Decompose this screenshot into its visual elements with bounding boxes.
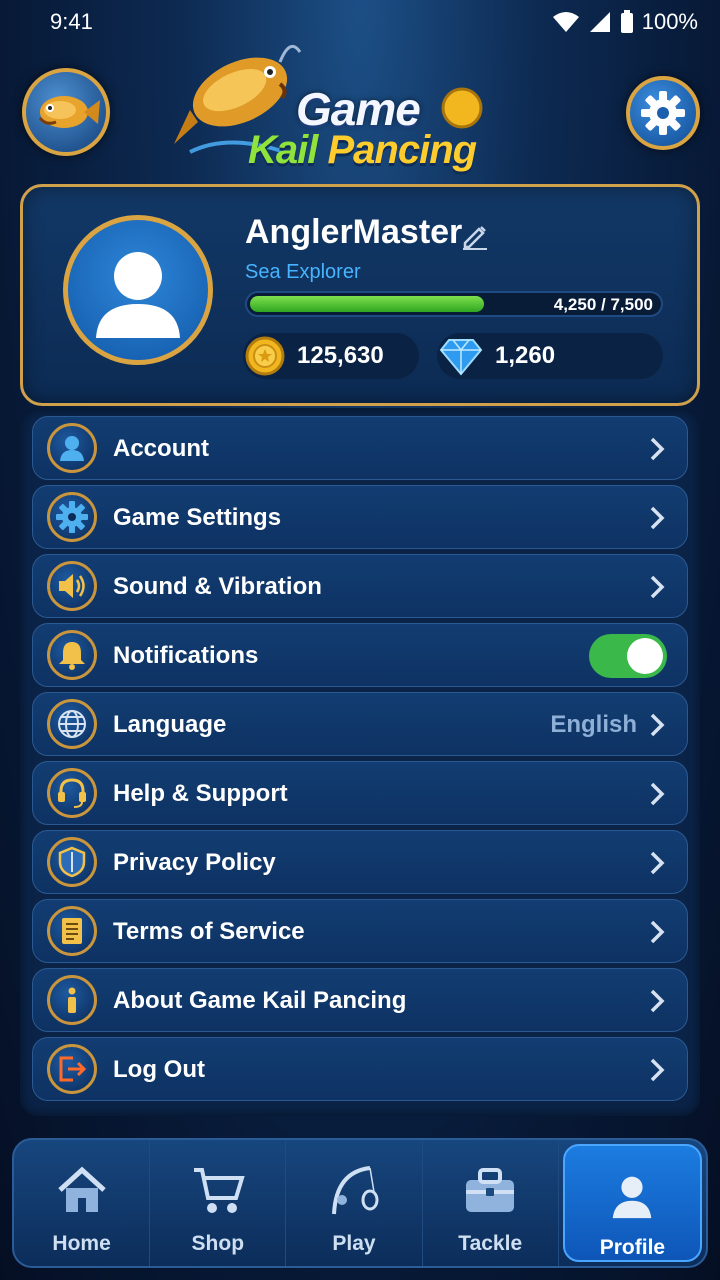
gem-balance[interactable]: 1,260 <box>437 333 663 379</box>
menu-item-account[interactable]: Account <box>32 416 688 480</box>
logo-word-pancing: Pancing <box>327 128 477 172</box>
menu-item-game-settings[interactable]: Game Settings <box>32 485 688 549</box>
user-icon <box>47 423 97 473</box>
document-icon <box>47 906 97 956</box>
chevron-right-icon <box>650 989 665 1013</box>
settings-menu: Account Game Settings Sound & Vibration … <box>20 408 700 1116</box>
status-icons: 100% <box>552 9 698 35</box>
nav-label: Play <box>332 1232 376 1255</box>
level-badge: 28 <box>109 337 253 537</box>
xp-progress-fill <box>250 296 484 312</box>
menu-item-about[interactable]: About Game Kail Pancing <box>32 968 688 1032</box>
fishing-rod-icon <box>332 1166 379 1215</box>
menu-label: Language <box>113 711 227 738</box>
gear-icon <box>47 492 97 542</box>
chevron-right-icon <box>650 851 665 875</box>
logo-word-kail: Kail <box>248 128 318 172</box>
logout-icon <box>47 1044 97 1094</box>
menu-label: Account <box>113 435 209 462</box>
toggle-knob <box>627 638 663 674</box>
gear-icon <box>641 91 685 135</box>
gold-coin-icon <box>245 336 285 376</box>
bell-icon <box>47 630 97 680</box>
game-logo: Game Kail Pancing <box>170 32 530 182</box>
home-icon <box>57 1166 106 1212</box>
info-icon <box>47 975 97 1025</box>
menu-item-terms-of-service[interactable]: Terms of Service <box>32 899 688 963</box>
xp-progress-bar: 4,250 / 7,500 <box>245 291 663 317</box>
menu-label: Terms of Service <box>113 918 305 945</box>
player-avatar-button[interactable] <box>22 68 110 156</box>
status-time: 9:41 <box>50 9 93 34</box>
gold-coin-logo-icon <box>441 87 483 129</box>
nav-profile[interactable]: Profile <box>562 1144 703 1262</box>
menu-item-language[interactable]: Language English <box>32 692 688 756</box>
menu-label: Log Out <box>113 1056 205 1083</box>
nav-shop[interactable]: Shop <box>150 1140 287 1266</box>
speaker-icon <box>47 561 97 611</box>
profile-icon <box>613 1176 652 1219</box>
chevron-right-icon <box>650 782 665 806</box>
shield-icon <box>47 837 97 887</box>
chevron-right-icon <box>650 437 665 461</box>
fish-avatar-icon <box>38 96 100 128</box>
chevron-right-icon <box>650 1058 665 1082</box>
player-rank: Sea Explorer <box>245 261 361 283</box>
logo-title-sub: Kail Pancing <box>248 128 477 173</box>
menu-label: Notifications <box>113 642 259 669</box>
menu-item-help-support[interactable]: Help & Support <box>32 761 688 825</box>
menu-label: Privacy Policy <box>113 849 276 876</box>
menu-label: About Game Kail Pancing <box>113 987 407 1014</box>
chevron-right-icon <box>650 575 665 599</box>
menu-label: Game Settings <box>113 504 282 531</box>
edit-pencil-icon[interactable] <box>459 221 489 251</box>
battery-percent: 100% <box>641 9 698 34</box>
profile-card: 28 AnglerMaster Sea Explorer 4,250 / 7,5… <box>20 184 700 537</box>
language-value: English <box>550 711 637 738</box>
coin-balance[interactable]: 125,630 <box>243 333 419 379</box>
signal-icon <box>589 12 610 32</box>
diamond-icon <box>439 339 483 376</box>
settings-button[interactable] <box>626 76 700 150</box>
battery-icon <box>620 10 633 33</box>
nav-tackle[interactable]: Tackle <box>423 1140 559 1266</box>
notifications-toggle[interactable] <box>589 634 667 678</box>
chevron-right-icon <box>650 713 665 737</box>
wifi-icon <box>552 12 579 32</box>
nav-home[interactable]: Home <box>14 1140 151 1266</box>
nav-label: Shop <box>191 1232 245 1255</box>
chevron-right-icon <box>650 506 665 530</box>
bottom-navigation: Home Shop Play Tackle Profile <box>12 1138 708 1268</box>
gem-amount: 1,260 <box>495 342 556 369</box>
menu-item-log-out[interactable]: Log Out <box>32 1037 688 1101</box>
nav-label: Home <box>52 1232 111 1255</box>
menu-label: Sound & Vibration <box>113 573 322 600</box>
menu-item-privacy-policy[interactable]: Privacy Policy <box>32 830 688 894</box>
tackle-box-icon <box>466 1168 515 1212</box>
coin-amount: 125,630 <box>297 342 384 369</box>
nav-label: Profile <box>599 1236 666 1259</box>
nav-play[interactable]: Play <box>286 1140 423 1266</box>
menu-label: Help & Support <box>113 780 288 807</box>
xp-progress-text: 4,250 / 7,500 <box>553 295 653 314</box>
globe-icon <box>47 699 97 749</box>
username: AnglerMaster <box>245 213 463 251</box>
nav-label: Tackle <box>458 1232 523 1255</box>
headset-icon <box>47 768 97 818</box>
menu-item-sound-vibration[interactable]: Sound & Vibration <box>32 554 688 618</box>
chevron-right-icon <box>650 920 665 944</box>
cart-icon <box>193 1168 245 1213</box>
menu-item-notifications[interactable]: Notifications <box>32 623 688 687</box>
